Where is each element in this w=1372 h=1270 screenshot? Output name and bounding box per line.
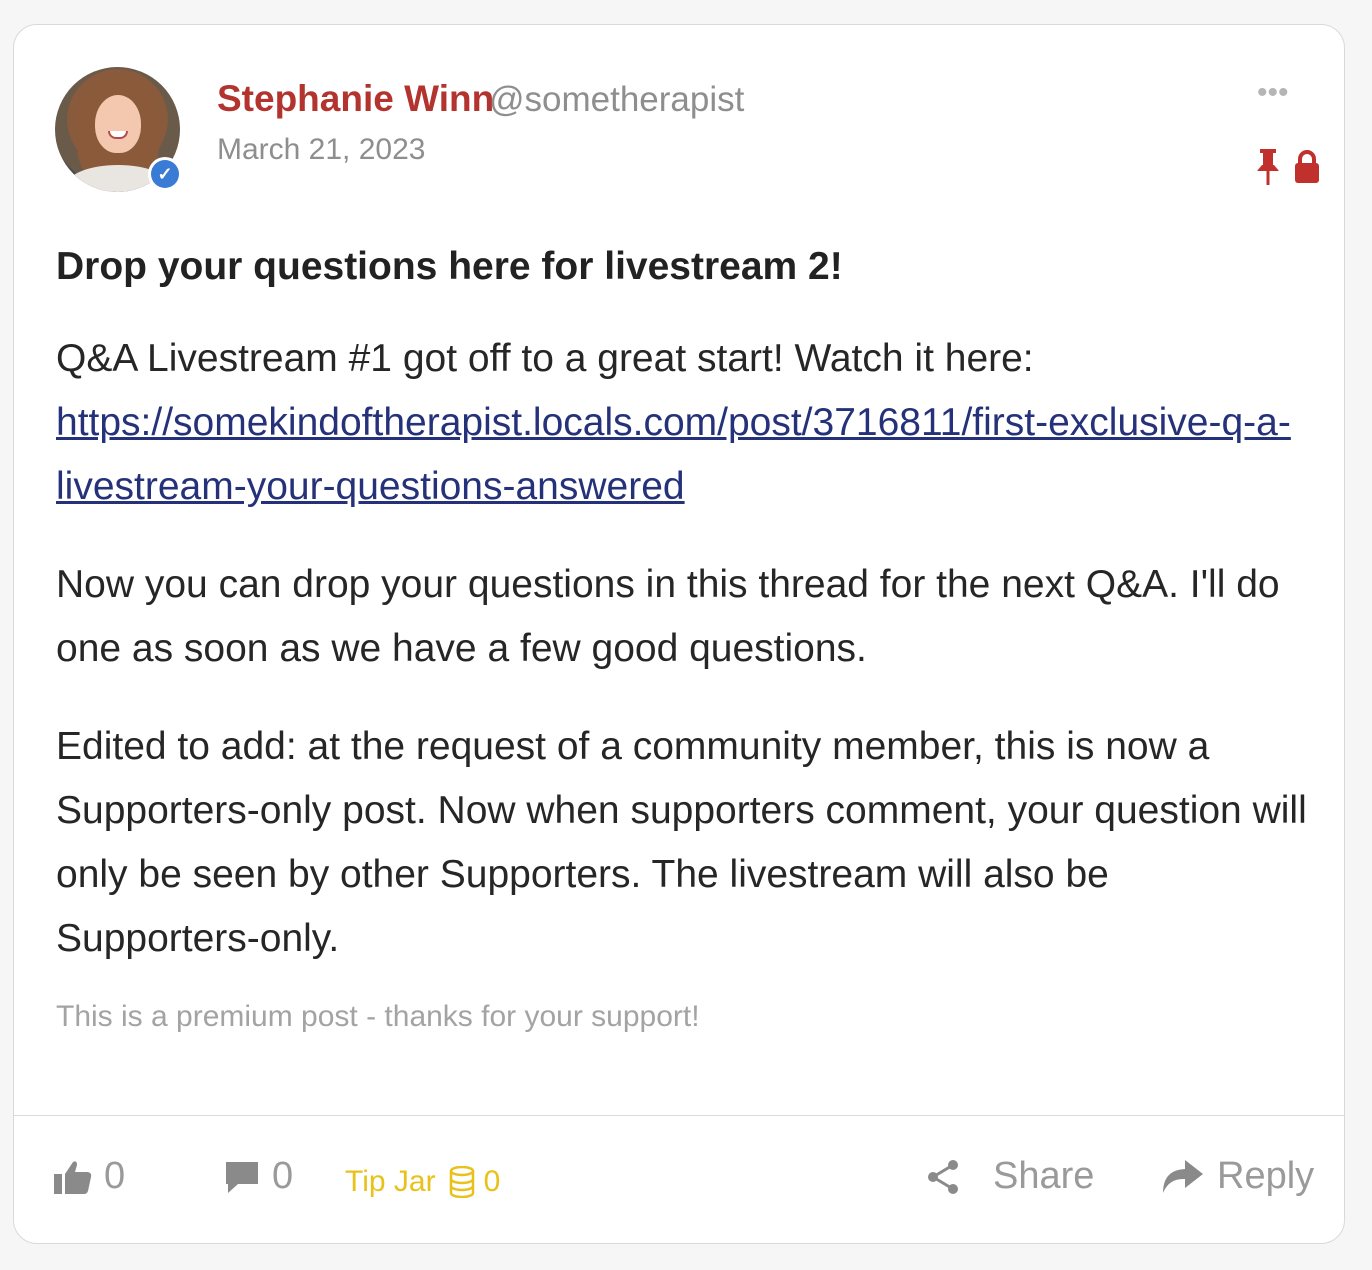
paragraph-1-text: Q&A Livestream #1 got off to a great sta… <box>56 337 1034 380</box>
post-card: ✓ Stephanie Winn @sometherapist March 21… <box>13 24 1345 1244</box>
author-name[interactable]: Stephanie Winn <box>217 78 494 120</box>
lock-icon <box>1295 150 1319 183</box>
pin-icon <box>1257 149 1279 185</box>
tip-jar-button[interactable]: Tip Jar 0 <box>345 1165 500 1199</box>
reply-button[interactable]: Reply <box>1161 1155 1314 1198</box>
post-date: March 21, 2023 <box>217 133 426 166</box>
more-dots-icon[interactable]: ••• <box>1257 78 1289 108</box>
premium-note: This is a premium post - thanks for your… <box>56 1000 700 1033</box>
footer-divider <box>14 1115 1344 1116</box>
share-icon <box>928 1159 958 1194</box>
paragraph-1: Q&A Livestream #1 got off to a great sta… <box>56 327 1316 519</box>
avatar-face <box>95 95 141 153</box>
like-count: 0 <box>104 1155 126 1197</box>
reply-arrow-icon <box>1163 1159 1203 1193</box>
paragraph-3: Edited to add: at the request of a commu… <box>56 725 1307 960</box>
livestream-link[interactable]: https://somekindoftherapist.locals.com/p… <box>56 401 1291 508</box>
thumbs-up-icon <box>54 1160 92 1194</box>
reply-label: Reply <box>1217 1155 1315 1197</box>
like-button[interactable]: 0 <box>54 1155 125 1198</box>
author-handle[interactable]: @sometherapist <box>489 80 744 120</box>
post-body: Q&A Livestream #1 got off to a great sta… <box>56 327 1316 1005</box>
paragraph-2: Now you can drop your questions in this … <box>56 563 1280 670</box>
comment-button[interactable]: 0 <box>224 1155 293 1198</box>
post-title: Drop your questions here for livestream … <box>56 245 843 288</box>
comment-icon <box>226 1161 258 1193</box>
coins-icon <box>449 1166 474 1198</box>
tip-count: 0 <box>483 1165 501 1198</box>
share-label: Share <box>993 1155 1095 1197</box>
share-button[interactable]: Share <box>925 1155 1094 1198</box>
tip-jar-label: Tip Jar <box>345 1165 436 1198</box>
comment-count: 0 <box>272 1155 294 1197</box>
verified-badge-icon: ✓ <box>148 157 182 191</box>
